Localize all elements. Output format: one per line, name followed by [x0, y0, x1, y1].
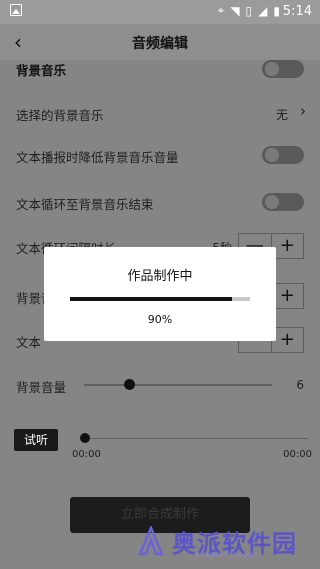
bg-music-toggle[interactable] — [262, 60, 304, 78]
playback-start-time: 00:00 — [72, 449, 101, 460]
bg-music-row: 背景音乐 — [0, 58, 320, 96]
wifi-icon: ◥ — [230, 3, 240, 18]
bg-volume-value: 6 — [296, 378, 304, 392]
playback-slider-handle[interactable] — [80, 433, 90, 443]
page-title: 音频编辑 — [132, 36, 188, 52]
watermark-logo-icon — [138, 526, 164, 556]
playback-slider[interactable] — [84, 438, 308, 439]
app-bar: ‹ 音频编辑 — [0, 24, 320, 60]
location-icon: ⌖ — [217, 3, 225, 17]
status-bar: ⌖ ◥ ▯ ◢ ▮ 5:14 — [0, 0, 320, 24]
bg-volume-label: 背景音量 — [16, 380, 67, 395]
lower-bg-volume-toggle[interactable] — [262, 146, 304, 164]
bg-music-label: 背景音乐 — [16, 63, 67, 78]
lower-bg-volume-row: 文本播报时降低背景音乐音量 — [0, 136, 320, 174]
chevron-right-icon: › — [300, 102, 306, 120]
gallery-notification-icon — [10, 4, 22, 16]
listen-button[interactable]: 试听 — [14, 429, 58, 451]
select-bg-music-label: 选择的背景音乐 — [16, 108, 104, 123]
watermark-url: XUPAIRUANJIAN.COM — [194, 552, 257, 559]
watermark: 奥派软件园 XUPAIRUANJIAN.COM — [120, 518, 320, 569]
progress-dialog: 作品制作中 90% — [44, 247, 276, 341]
bg-volume-slider-handle[interactable] — [124, 379, 135, 390]
bg-volume-slider[interactable] — [84, 384, 272, 386]
progress-text: 90% — [147, 313, 173, 326]
lower-bg-volume-label: 文本播报时降低背景音乐音量 — [16, 150, 179, 165]
sim-icon: ▯ — [245, 3, 253, 18]
battery-icon: ▮ — [273, 3, 280, 18]
loop-until-end-toggle[interactable] — [262, 193, 304, 211]
select-bg-music-row[interactable]: 选择的背景音乐 无 › — [0, 94, 320, 132]
playback-end-time: 00:00 — [283, 449, 312, 460]
text-delay-label: 文本 — [16, 335, 42, 350]
dialog-title: 作品制作中 — [127, 269, 193, 284]
progress-bar-fill — [70, 297, 232, 301]
select-bg-music-value: 无 — [275, 108, 288, 122]
status-time: 5:14 — [282, 4, 312, 19]
loop-until-end-label: 文本循环至背景音乐结束 — [16, 197, 154, 212]
progress-bar — [70, 297, 250, 301]
signal-icon: ◢ — [258, 3, 268, 18]
loop-until-end-row: 文本循环至背景音乐结束 — [0, 183, 320, 221]
status-icons: ⌖ ◥ ▯ ◢ ▮ — [218, 3, 280, 18]
bg-volume-row: 背景音量 6 — [0, 366, 320, 404]
